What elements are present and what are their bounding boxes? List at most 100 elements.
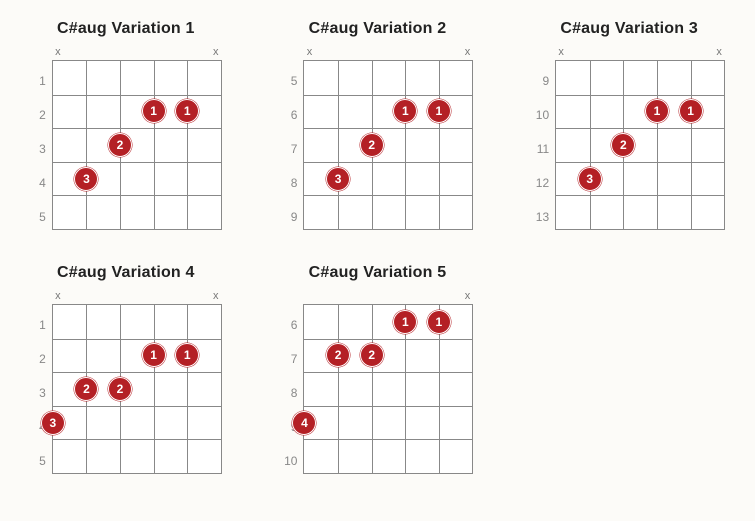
chord-title: C#aug Variation 4 <box>57 264 195 282</box>
fret-number: 6 <box>281 98 297 132</box>
mute-marker: x <box>461 46 473 58</box>
mute-marker <box>303 290 315 302</box>
fret-number: 10 <box>281 444 297 478</box>
finger-dot: 1 <box>679 99 703 123</box>
chord-diagram: C#aug Variation 256789xx1123 <box>272 20 484 234</box>
mute-marker <box>147 46 159 58</box>
diagram-area: 910111213xx1123 <box>533 46 725 234</box>
fret-number: 5 <box>281 64 297 98</box>
mute-marker <box>587 46 599 58</box>
finger-dot: 1 <box>393 99 417 123</box>
fret-number: 9 <box>533 64 549 98</box>
mute-marker <box>178 290 190 302</box>
mute-marker <box>178 46 190 58</box>
mute-row: xx <box>52 290 222 302</box>
mute-marker <box>115 46 127 58</box>
mute-marker <box>430 290 442 302</box>
mute-marker: x <box>52 46 64 58</box>
fret-number: 3 <box>30 132 46 166</box>
fret-number: 9 <box>281 200 297 234</box>
finger-dot: 1 <box>393 310 417 334</box>
mute-marker: x <box>52 290 64 302</box>
mute-marker: x <box>210 46 222 58</box>
fretboard: 11223 <box>52 304 222 474</box>
fret-number: 8 <box>281 376 297 410</box>
fretboard: 1123 <box>555 60 725 230</box>
chord-diagram: C#aug Variation 3910111213xx1123 <box>523 20 735 234</box>
finger-dot: 3 <box>578 167 602 191</box>
fret-labels: 678910 <box>281 308 297 478</box>
fret-labels: 56789 <box>281 64 297 234</box>
finger-dot: 2 <box>108 133 132 157</box>
finger-dot: 1 <box>142 343 166 367</box>
mute-marker <box>83 46 95 58</box>
mute-marker <box>430 46 442 58</box>
mute-marker <box>398 290 410 302</box>
finger-dot: 2 <box>326 343 350 367</box>
diagram-area: 12345xx11223 <box>30 290 222 478</box>
mute-row: xx <box>52 46 222 58</box>
finger-dot: 1 <box>427 310 451 334</box>
finger-dot: 1 <box>427 99 451 123</box>
mute-marker <box>367 46 379 58</box>
fret-number: 1 <box>30 64 46 98</box>
mute-marker <box>367 290 379 302</box>
chord-title: C#aug Variation 2 <box>309 20 447 38</box>
mute-marker: x <box>210 290 222 302</box>
mute-marker <box>650 46 662 58</box>
finger-dot: 1 <box>175 343 199 367</box>
finger-dot: 2 <box>360 343 384 367</box>
fret-number: 5 <box>30 444 46 478</box>
finger-dot: 4 <box>292 411 316 435</box>
finger-dot: 1 <box>175 99 199 123</box>
mute-marker <box>147 290 159 302</box>
finger-dot: 3 <box>326 167 350 191</box>
finger-dot: 2 <box>360 133 384 157</box>
mute-marker: x <box>303 46 315 58</box>
diagram-area: 12345xx1123 <box>30 46 222 234</box>
fret-labels: 910111213 <box>533 64 549 234</box>
mute-marker: x <box>555 46 567 58</box>
chord-diagram: C#aug Variation 112345xx1123 <box>20 20 232 234</box>
finger-dot: 3 <box>41 411 65 435</box>
mute-marker <box>115 290 127 302</box>
fret-labels: 12345 <box>30 64 46 234</box>
fret-number: 8 <box>281 166 297 200</box>
fret-number: 10 <box>533 98 549 132</box>
finger-dot: 2 <box>108 377 132 401</box>
mute-marker <box>398 46 410 58</box>
fret-number: 5 <box>30 200 46 234</box>
mute-marker <box>83 290 95 302</box>
fretboard: 1123 <box>52 60 222 230</box>
fretboard: 11224 <box>303 304 473 474</box>
fret-number: 13 <box>533 200 549 234</box>
diagram-area: 56789xx1123 <box>281 46 473 234</box>
finger-dot: 1 <box>142 99 166 123</box>
mute-row: xx <box>303 46 473 58</box>
mute-marker <box>682 46 694 58</box>
finger-dot: 2 <box>74 377 98 401</box>
finger-dot: 2 <box>611 133 635 157</box>
fret-number: 2 <box>30 98 46 132</box>
fret-number: 6 <box>281 308 297 342</box>
fret-number: 7 <box>281 342 297 376</box>
finger-dot: 3 <box>74 167 98 191</box>
chord-title: C#aug Variation 5 <box>309 264 447 282</box>
fret-number: 1 <box>30 308 46 342</box>
mute-marker <box>618 46 630 58</box>
fret-number: 11 <box>533 132 549 166</box>
chord-diagram: C#aug Variation 412345xx11223 <box>20 264 232 478</box>
mute-row: xx <box>555 46 725 58</box>
chord-diagram: C#aug Variation 5678910x11224 <box>272 264 484 478</box>
mute-marker <box>335 46 347 58</box>
fretboard: 1123 <box>303 60 473 230</box>
finger-dot: 1 <box>645 99 669 123</box>
mute-marker <box>335 290 347 302</box>
chord-title: C#aug Variation 1 <box>57 20 195 38</box>
fret-number: 2 <box>30 342 46 376</box>
fret-labels: 12345 <box>30 308 46 478</box>
fret-number: 12 <box>533 166 549 200</box>
chord-title: C#aug Variation 3 <box>560 20 698 38</box>
mute-marker: x <box>713 46 725 58</box>
fret-number: 7 <box>281 132 297 166</box>
